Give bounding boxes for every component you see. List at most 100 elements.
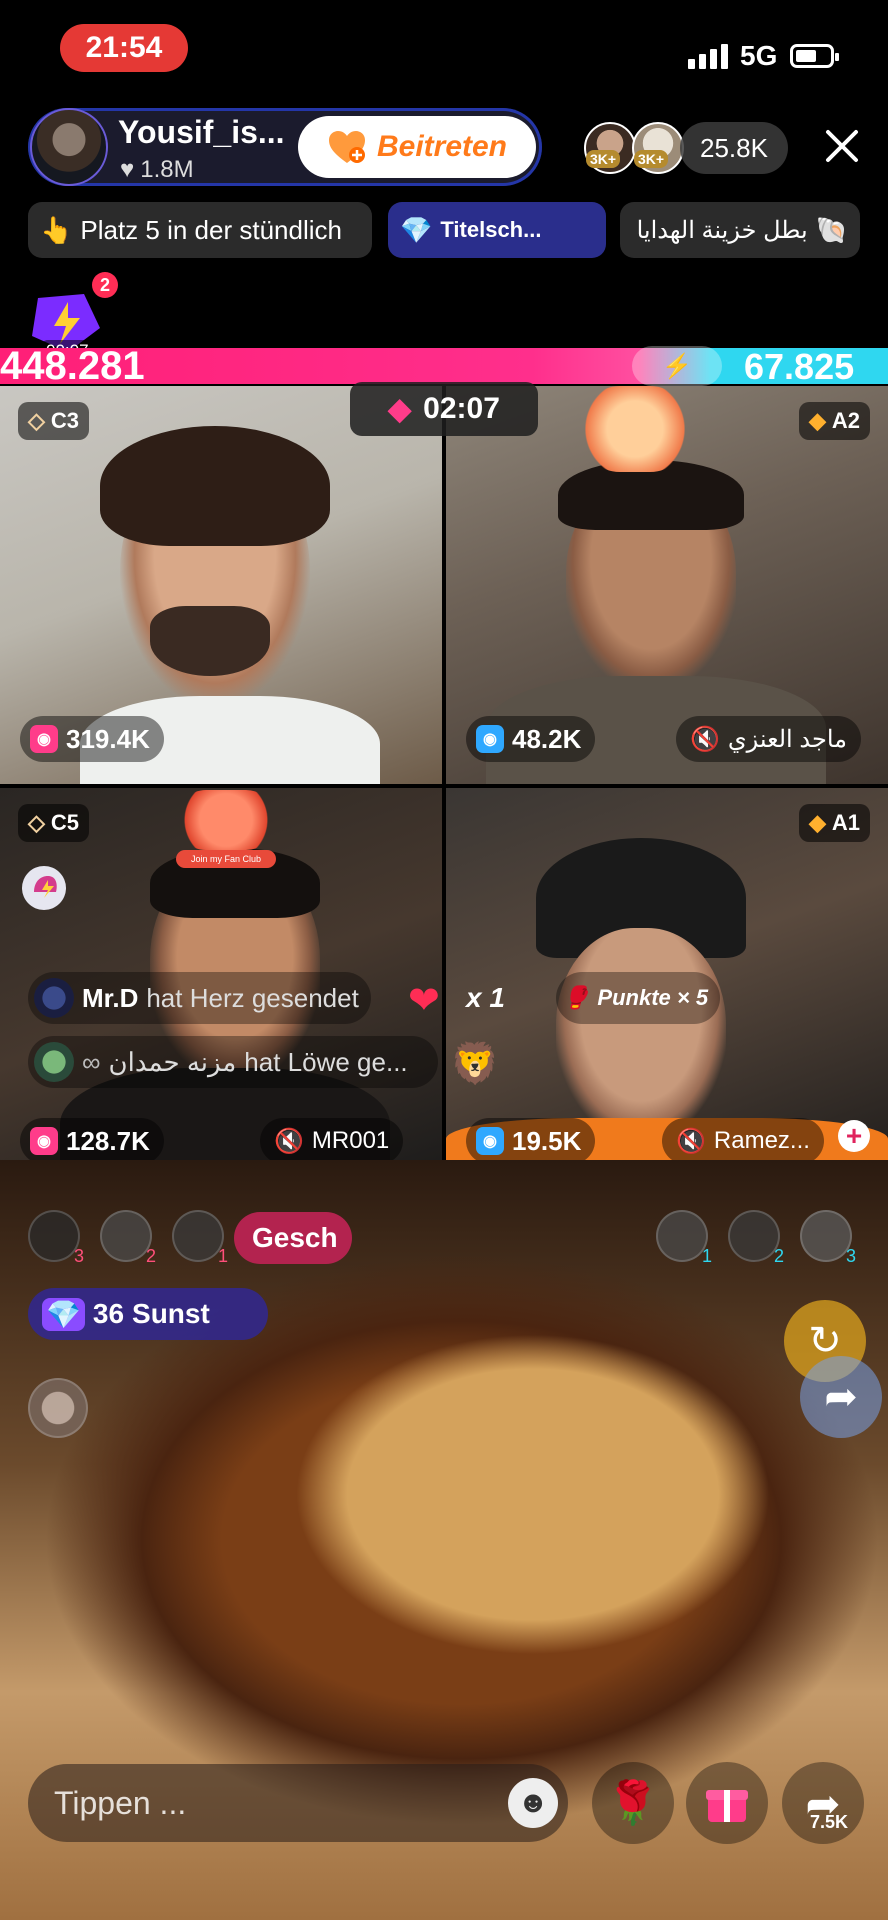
battery-icon (790, 44, 839, 68)
right-supporter-rank-1: 1 (702, 1246, 713, 1266)
fanclub-label[interactable]: Join my Fan Club (176, 850, 276, 868)
lion-gift-icon: 🦁 (450, 1042, 500, 1086)
comment-avatar[interactable] (34, 978, 74, 1018)
viewer-avatar[interactable] (28, 1378, 88, 1438)
diamond-icon: 💎 (400, 214, 433, 245)
chip-gift-hero[interactable]: 🐚 بطل خزينة الهدايا (620, 202, 860, 258)
diamond-icon: ◇ (28, 408, 45, 433)
tile-name-label-3: MR001 (311, 1127, 390, 1154)
comment-user-1[interactable]: Mr.D (82, 983, 138, 1014)
tile-viewers-3: ◉ 128.7K (20, 1118, 164, 1164)
tile-name-2: 🔇 ماجد العنزي (676, 716, 861, 762)
fire-icon: 👆 (40, 214, 73, 245)
heart-plus-icon (328, 131, 365, 163)
camera-icon: ◉ (476, 725, 504, 753)
tile-viewers-count-2: 48.2K (512, 723, 582, 754)
flash-badge-count: 2 (92, 272, 118, 298)
diamond-icon: ◇ (28, 810, 45, 835)
comment-gift-2: ∞ مزنه حمدان hat Löwe ge... (28, 1036, 438, 1088)
tile-viewers-count-4: 19.5K (512, 1125, 582, 1156)
score-right: 67.825 (744, 346, 855, 387)
score-left: 448.281 (0, 344, 145, 388)
tile-rank-label-1: C3 (50, 408, 80, 433)
heart-gift-icon: ❤ (408, 980, 440, 1022)
left-supporter-rank-3: 3 (74, 1246, 85, 1266)
diamond-icon: ◆ (808, 408, 826, 433)
camera-icon: ◉ (476, 1127, 504, 1155)
tile-name-4: 🔇 Ramez... (662, 1118, 824, 1164)
points-bubble: 🥊 Punkte × 5 (556, 972, 721, 1024)
emoji-icon[interactable]: ☻ (508, 1778, 558, 1828)
gift-count-1: x 1 (466, 982, 505, 1013)
muted-icon: 🔇 (274, 1127, 304, 1155)
forward-button[interactable]: ➦ (800, 1356, 882, 1438)
top-viewer-badge-1: 3K+ (586, 150, 621, 168)
diamond-icon: 💎 (42, 1297, 85, 1331)
top-viewer-badge-2: 3K+ (634, 150, 669, 168)
left-supporter-2[interactable] (100, 1210, 152, 1262)
share-count: 7.5K (810, 1812, 849, 1832)
add-guest-icon[interactable]: + (838, 1120, 870, 1152)
tile-rank-4: ◆ A1 (798, 804, 870, 842)
right-supporter-rank-2: 2 (774, 1246, 785, 1266)
left-supporter-1[interactable] (172, 1210, 224, 1262)
rose-icon: 🌹 (606, 1778, 660, 1826)
tile-rank-label-2: A2 (831, 408, 860, 433)
comment-input-placeholder: Tippen ... (54, 1784, 187, 1821)
left-supporter-3[interactable] (28, 1210, 80, 1262)
comment-gift-1: Mr.D hat Herz gesendet (28, 972, 371, 1024)
host-avatar[interactable] (30, 108, 108, 186)
join-label: Beitreten (376, 130, 508, 163)
score-divider-icon: ⚡ (632, 346, 722, 386)
gift-leader-count: 36 (92, 1298, 125, 1329)
chip-label-rank: Platz 5 in der stündlich (80, 214, 342, 245)
heart-icon: ♥ (120, 156, 135, 183)
gift-leader-label: Sunst (132, 1298, 210, 1329)
right-supporter-rank-3: 3 (846, 1246, 857, 1266)
left-supporter-rank-2: 2 (146, 1246, 157, 1266)
camera-icon: ◉ (30, 1127, 58, 1155)
forward-icon: ➦ (824, 1375, 858, 1419)
tile-name-label-2: ماجد العنزي (727, 725, 847, 753)
muted-icon: 🔇 (676, 1127, 706, 1155)
tile-rank-2: ◆ A2 (798, 402, 870, 440)
infinity-icon: ∞ (82, 1046, 101, 1077)
tile-rank-1: ◇ C3 (18, 402, 90, 440)
comment-avatar[interactable] (34, 1042, 74, 1082)
chip-hourly-rank[interactable]: 👆 Platz 5 in der stündlich (28, 202, 372, 258)
battle-icon: ◆ (388, 392, 412, 426)
gift-button[interactable] (686, 1762, 768, 1844)
signal-icon (688, 44, 728, 69)
status-time: 21:54 (60, 24, 188, 72)
sticker-icon (580, 386, 690, 472)
tile-viewers-count-3: 128.7K (66, 1125, 150, 1156)
tile-rank-label-3: C5 (50, 810, 80, 835)
battle-timer: ◆ 02:07 (350, 382, 538, 436)
right-supporter-2[interactable] (728, 1210, 780, 1262)
chip-title[interactable]: 💎 Titelsch... (388, 202, 606, 258)
tile-rank-label-4: A1 (831, 810, 860, 835)
tile-viewers-count-1: 319.4K (66, 723, 150, 754)
close-icon[interactable] (820, 124, 864, 168)
guest-tile-1[interactable]: ◇ C3 ◉ 319.4K (0, 386, 442, 784)
right-supporter-3[interactable] (800, 1210, 852, 1262)
glove-icon: 🥊 (562, 985, 590, 1010)
fanclub-mascot-icon (176, 790, 276, 850)
left-supporter-rank-1: 1 (218, 1246, 229, 1266)
right-supporter-1[interactable] (656, 1210, 708, 1262)
gift-tab[interactable]: Gesch (234, 1212, 352, 1264)
host-likes-count: 1.8M (140, 156, 194, 183)
join-button[interactable]: Beitreten (298, 116, 536, 178)
comment-user-2[interactable]: مزنه حمدان (109, 1047, 237, 1078)
gift-leader-pill[interactable]: 💎 36 Sunst (28, 1288, 268, 1340)
camera-icon: ◉ (30, 725, 58, 753)
tile-name-label-4: Ramez... (713, 1127, 810, 1154)
comment-text-2: hat Löwe ge... (244, 1046, 408, 1077)
boxing-glove-icon[interactable] (18, 862, 70, 914)
comment-input[interactable]: Tippen ... (28, 1764, 568, 1842)
rose-button[interactable]: 🌹 (592, 1762, 674, 1844)
comment-text-1: hat Herz gesendet (146, 982, 359, 1013)
chip-label-title: Titelsch... (440, 217, 542, 242)
host-name[interactable]: Yousif_is... (118, 114, 285, 151)
viewer-count[interactable]: 25.8K (680, 122, 788, 174)
